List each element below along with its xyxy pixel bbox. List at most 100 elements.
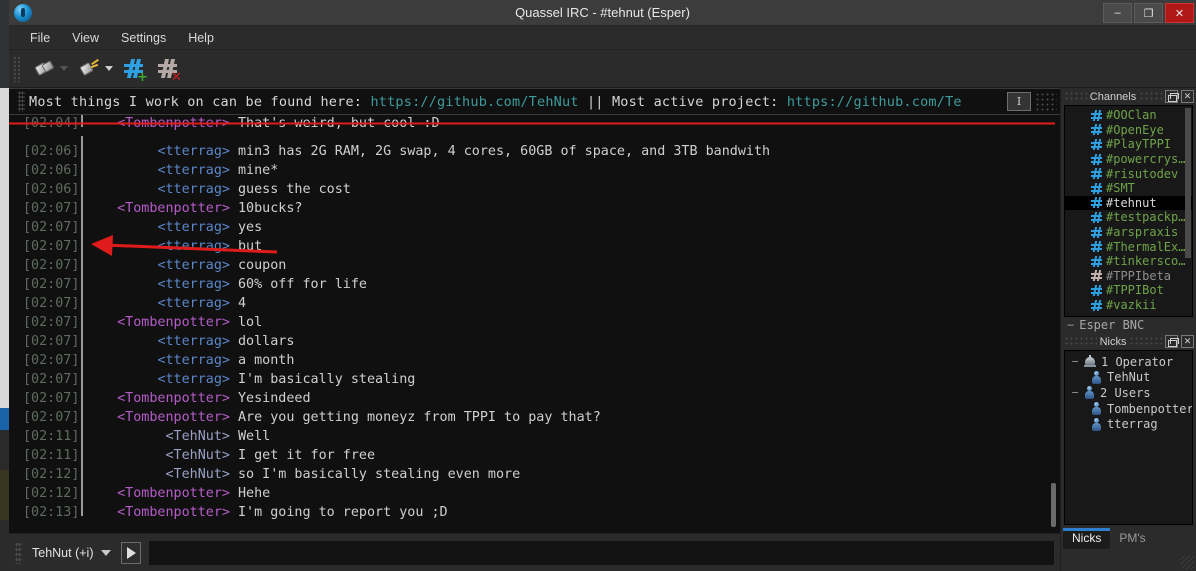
chat-scrollbar-thumb[interactable] bbox=[1051, 483, 1056, 527]
menu-settings[interactable]: Settings bbox=[112, 28, 175, 48]
channel-item-testpackp[interactable]: #testpackp… bbox=[1065, 210, 1192, 225]
message-nick[interactable]: <Tombenpotter> bbox=[90, 408, 238, 427]
channel-item-tinkersco[interactable]: #tinkersco… bbox=[1065, 254, 1192, 269]
message-nick[interactable]: <tterrag> bbox=[90, 142, 238, 161]
message-nick[interactable]: <tterrag> bbox=[90, 218, 238, 237]
channels-panel[interactable]: #OOClan#OpenEye#PlayTPPI#powercrys…#risu… bbox=[1064, 105, 1193, 317]
undock-icon[interactable] bbox=[1165, 90, 1178, 103]
message-nick[interactable]: <Tombenpotter> bbox=[90, 484, 238, 503]
channel-label: #testpackp… bbox=[1106, 210, 1185, 224]
channels-scrollbar[interactable] bbox=[1185, 108, 1191, 314]
message-nick[interactable]: <TehNut> bbox=[90, 427, 238, 446]
nicks-group-row[interactable]: −2 Users bbox=[1065, 385, 1192, 401]
send-message-button[interactable] bbox=[121, 542, 141, 564]
menu-file[interactable]: File bbox=[21, 28, 59, 48]
message-nick[interactable]: <Tombenpotter> bbox=[90, 503, 238, 522]
close-button[interactable]: ✕ bbox=[1165, 3, 1194, 23]
message-column-divider bbox=[81, 136, 90, 155]
nicks-panel[interactable]: −1 OperatorTehNut−2 UsersTombenpottertte… bbox=[1064, 350, 1193, 525]
dock-drag-dots[interactable] bbox=[1064, 336, 1097, 347]
message-nick[interactable]: <Tombenpotter> bbox=[90, 115, 238, 133]
channel-label: #SMT bbox=[1106, 181, 1135, 195]
dock-drag-dots[interactable] bbox=[1064, 91, 1087, 102]
message-timestamp: [02:07] bbox=[9, 408, 81, 427]
maximize-button[interactable]: ❐ bbox=[1134, 3, 1163, 23]
channel-item-openeye[interactable]: #OpenEye bbox=[1065, 123, 1192, 138]
window-resize-grip[interactable] bbox=[1180, 555, 1194, 569]
message-nick[interactable]: <tterrag> bbox=[90, 294, 238, 313]
message-nick[interactable]: <tterrag> bbox=[90, 180, 238, 199]
message-nick[interactable]: <tterrag> bbox=[90, 256, 238, 275]
undock-icon[interactable] bbox=[1165, 335, 1178, 348]
menu-view[interactable]: View bbox=[63, 28, 108, 48]
message-nick[interactable]: <tterrag> bbox=[90, 370, 238, 389]
topic-link-2[interactable]: https://github.com/Te bbox=[787, 94, 962, 110]
menu-help[interactable]: Help bbox=[179, 28, 223, 48]
message-nick[interactable]: <Tombenpotter> bbox=[90, 313, 238, 332]
topic-drag-handle[interactable] bbox=[18, 91, 25, 112]
group-twisty[interactable]: − bbox=[1071, 355, 1079, 368]
join-channel-button[interactable]: + bbox=[117, 53, 151, 85]
sidebar-tab-pms[interactable]: PM's bbox=[1110, 528, 1154, 549]
channel-item-powercrys[interactable]: #powercrys… bbox=[1065, 152, 1192, 167]
message-nick[interactable]: <tterrag> bbox=[90, 332, 238, 351]
channel-item-thermalex[interactable]: #ThermalEx… bbox=[1065, 239, 1192, 254]
message-text: Hehe bbox=[238, 484, 270, 503]
channel-item-smt[interactable]: #SMT bbox=[1065, 181, 1192, 196]
message-nick[interactable]: <Tombenpotter> bbox=[90, 199, 238, 218]
group-twisty[interactable]: − bbox=[1071, 386, 1079, 399]
nick-item-tehnut[interactable]: TehNut bbox=[1065, 370, 1192, 386]
channel-item-vazkii[interactable]: #vazkii bbox=[1065, 298, 1192, 313]
part-channel-button[interactable]: ✕ bbox=[151, 53, 185, 85]
channel-topic-bar: Most things I work on can be found here:… bbox=[9, 88, 1060, 115]
dock-drag-dots[interactable] bbox=[1129, 336, 1162, 347]
hash-blue-icon bbox=[1091, 241, 1102, 252]
input-drag-handle[interactable] bbox=[15, 542, 22, 564]
sidebar-tab-nicks[interactable]: Nicks bbox=[1063, 528, 1110, 549]
message-nick[interactable]: <TehNut> bbox=[90, 446, 238, 465]
channel-item-tppibeta[interactable]: #TPPIbeta bbox=[1065, 269, 1192, 284]
message-nick[interactable]: <Tombenpotter> bbox=[90, 389, 238, 408]
message-text: mine* bbox=[238, 161, 278, 180]
nick-item-tombenpotter[interactable]: Tombenpotter bbox=[1065, 401, 1192, 417]
nicks-group-row[interactable]: −1 Operator bbox=[1065, 354, 1192, 370]
message-input[interactable] bbox=[149, 541, 1054, 565]
message-timestamp: [02:07] bbox=[9, 275, 81, 294]
channel-label: #ThermalEx… bbox=[1106, 240, 1185, 254]
disconnect-from-network-button[interactable] bbox=[27, 53, 72, 85]
message-text: I get it for free bbox=[238, 446, 375, 465]
message-timestamp: [02:07] bbox=[9, 370, 81, 389]
channel-item-ooclan[interactable]: #OOClan bbox=[1065, 108, 1192, 123]
nick-selector-dropdown[interactable]: TehNut (+i) bbox=[28, 541, 117, 565]
network-row-esper-bnc[interactable]: − Esper BNC bbox=[1061, 317, 1196, 333]
main-toolbar: + ✕ bbox=[9, 50, 1196, 88]
close-icon[interactable]: ✕ bbox=[1181, 90, 1194, 103]
chat-log-area[interactable]: [02:04]<Tombenpotter>That's weird, but c… bbox=[9, 115, 1060, 533]
menu-bar: File View Settings Help bbox=[9, 26, 1196, 50]
nick-label: TehNut bbox=[1107, 370, 1150, 384]
channel-item-arspraxis[interactable]: #arspraxis bbox=[1065, 225, 1192, 240]
message-text: 10bucks? bbox=[238, 199, 303, 218]
message-nick[interactable]: <tterrag> bbox=[90, 161, 238, 180]
topic-link-1[interactable]: https://github.com/TehNut bbox=[370, 94, 578, 110]
network-twisty[interactable]: − bbox=[1067, 318, 1074, 332]
channel-item-playtppi[interactable]: #PlayTPPI bbox=[1065, 137, 1192, 152]
channels-scrollbar-thumb[interactable] bbox=[1185, 108, 1191, 258]
message-nick[interactable]: <tterrag> bbox=[90, 275, 238, 294]
hash-blue-icon bbox=[1091, 300, 1102, 311]
channel-item-tppibot[interactable]: #TPPIBot bbox=[1065, 283, 1192, 298]
message-nick[interactable]: <tterrag> bbox=[90, 351, 238, 370]
message-nick[interactable]: <TehNut> bbox=[90, 465, 238, 484]
connect-to-network-button[interactable] bbox=[72, 53, 117, 85]
channel-item-tehnut[interactable]: #tehnut bbox=[1065, 196, 1192, 211]
close-icon[interactable]: ✕ bbox=[1181, 335, 1194, 348]
minimize-button[interactable]: – bbox=[1103, 3, 1132, 23]
toolbar-drag-handle[interactable] bbox=[13, 56, 21, 82]
nick-item-tterrag[interactable]: tterrag bbox=[1065, 416, 1192, 432]
text-cursor-icon[interactable]: I bbox=[1007, 92, 1031, 111]
nicks-dock-header: Nicks ✕ bbox=[1061, 333, 1196, 350]
channel-item-risutodev[interactable]: #risutodev bbox=[1065, 166, 1192, 181]
chat-scrollbar[interactable] bbox=[1049, 115, 1058, 533]
message-nick[interactable]: <tterrag> bbox=[90, 237, 238, 256]
dock-drag-dots[interactable] bbox=[1139, 91, 1162, 102]
